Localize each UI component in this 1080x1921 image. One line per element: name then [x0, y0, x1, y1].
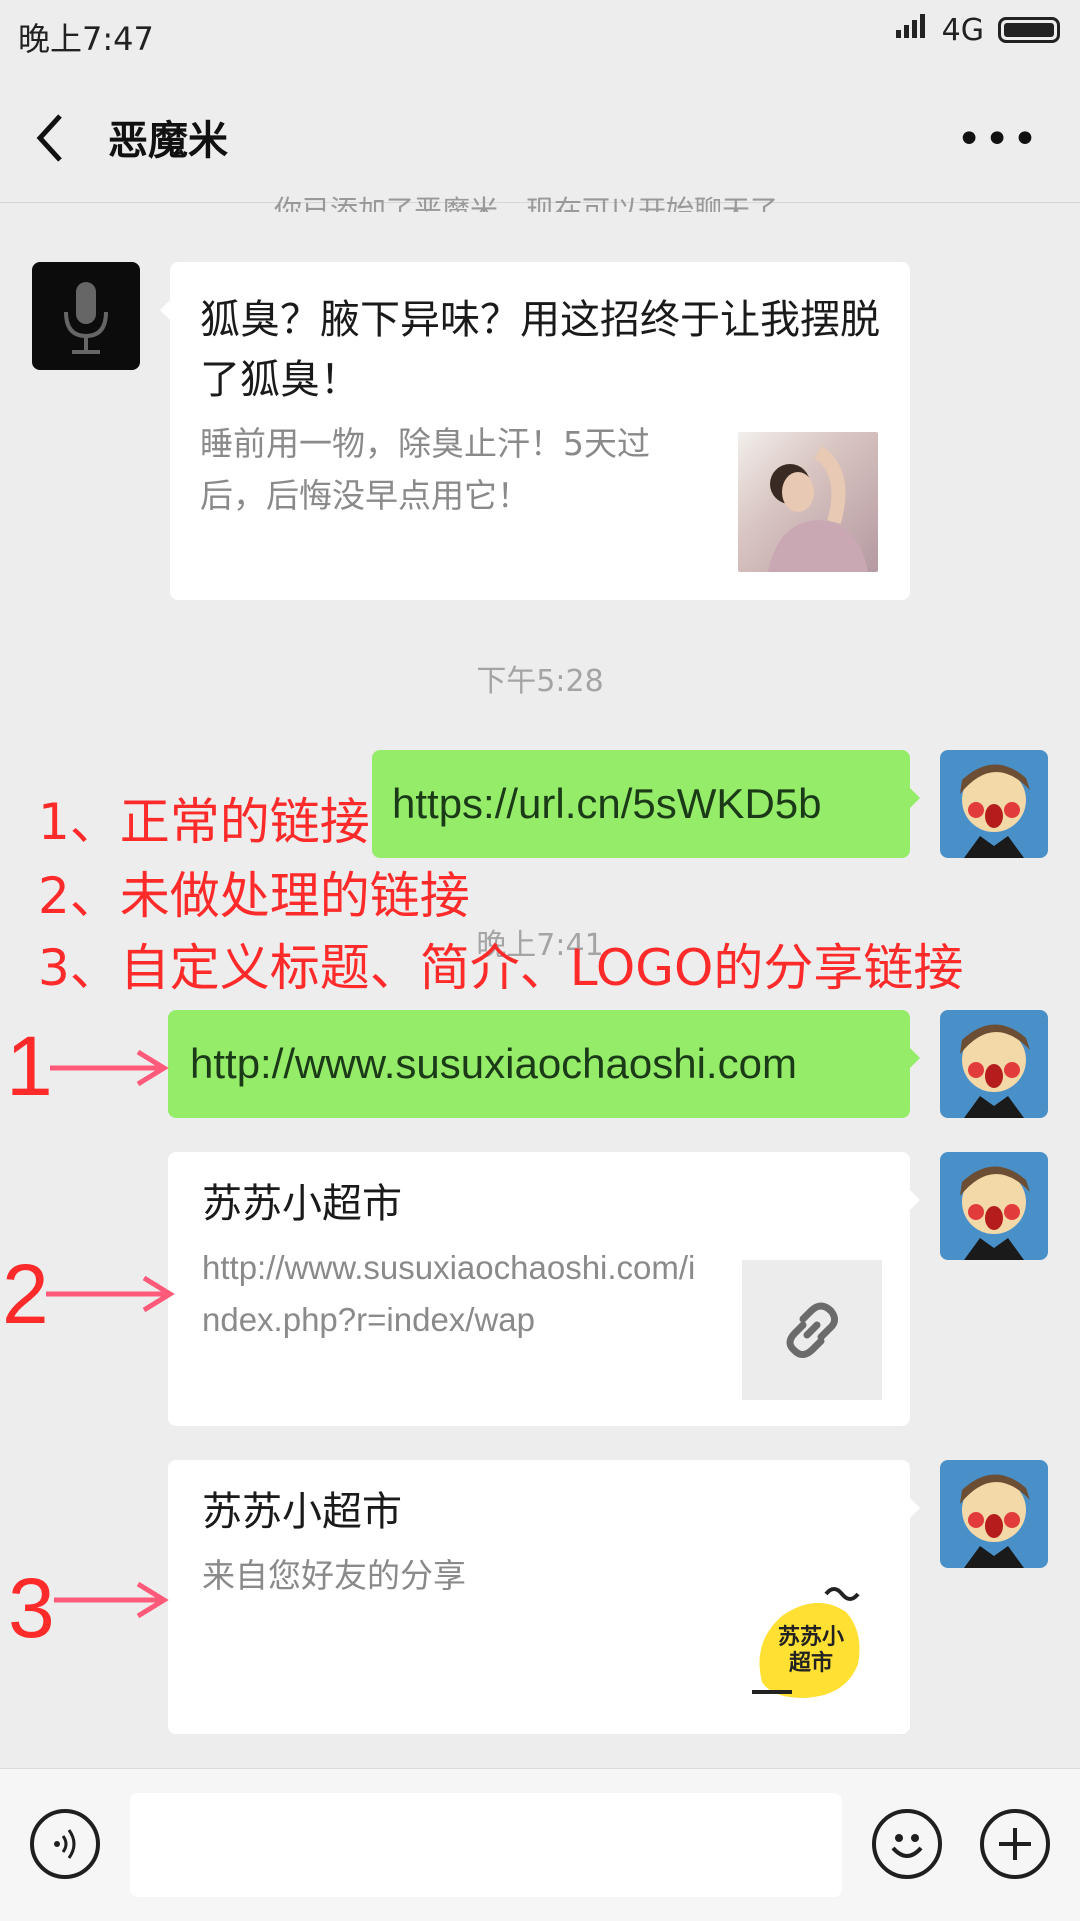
- friend-avatar[interactable]: [32, 262, 140, 370]
- article-desc: 睡前用一物，除臭止汗！5天过后，后悔没早点用它！: [200, 424, 650, 515]
- annotation-number-1: 1: [6, 1019, 53, 1113]
- shop-logo: 苏苏小超市: [742, 1572, 882, 1712]
- voice-button[interactable]: [30, 1809, 100, 1879]
- avatar-icon: [940, 1460, 1048, 1568]
- card-desc: http://www.susuxiaochaoshi.com/index.php…: [202, 1249, 696, 1338]
- link-thumbnail: [742, 1260, 882, 1400]
- arrow-icon: [50, 1049, 169, 1087]
- card-title: 苏苏小超市: [202, 1489, 402, 1535]
- network-label: 4G: [941, 12, 984, 48]
- arrow-icon: [46, 1275, 175, 1313]
- voice-icon: [54, 1829, 76, 1859]
- my-avatar[interactable]: [940, 1152, 1048, 1260]
- emoji-icon: [891, 1834, 923, 1858]
- link-text[interactable]: http://www.susuxiaochaoshi.com: [190, 1040, 797, 1088]
- chat-title: 恶魔米: [108, 118, 228, 164]
- status-time: 晚上7:47: [18, 20, 154, 58]
- chat-header: 恶魔米 •••: [0, 70, 1080, 203]
- link-bubble-raw[interactable]: http://www.susuxiaochaoshi.com: [168, 1010, 920, 1118]
- card-title: 苏苏小超市: [202, 1181, 402, 1227]
- my-avatar[interactable]: [940, 1460, 1048, 1568]
- link-card-custom[interactable]: 苏苏小超市 来自您好友的分享 苏苏小超市: [168, 1460, 920, 1734]
- shop-logo-text: 苏苏小超市: [778, 1624, 845, 1676]
- timestamp: 下午5:28: [476, 664, 604, 699]
- annotation-number-3: 3: [8, 1561, 55, 1655]
- status-icons: 4G: [894, 12, 1060, 48]
- link-icon: [786, 1302, 838, 1358]
- my-avatar[interactable]: [940, 1010, 1048, 1118]
- article-card[interactable]: 狐臭？腋下异味？用这招终于让我摆脱了狐臭！ 睡前用一物，除臭止汗！5天过后，后悔…: [160, 262, 910, 600]
- link-card-unprocessed[interactable]: 苏苏小超市 http://www.susuxiaochaoshi.com/ind…: [168, 1152, 920, 1426]
- annotation-line-2: 2、未做处理的链接: [38, 867, 470, 925]
- link-text[interactable]: https://url.cn/5sWKD5b: [392, 780, 822, 828]
- system-notice: 你已添加了恶魔米，现在可以开始聊天了。: [273, 194, 806, 212]
- link-bubble-normal[interactable]: https://url.cn/5sWKD5b: [372, 750, 920, 858]
- mic-icon: [64, 282, 108, 354]
- plus-button[interactable]: [980, 1809, 1050, 1879]
- more-icon: •••: [956, 114, 1040, 165]
- avatar-icon: [940, 1152, 1048, 1260]
- annotation-number-2: 2: [2, 1247, 49, 1341]
- arrow-icon: [54, 1581, 169, 1619]
- my-avatar[interactable]: [940, 750, 1048, 858]
- emoji-button[interactable]: [872, 1809, 942, 1879]
- input-bar: [0, 1768, 1080, 1921]
- article-thumbnail: [738, 432, 878, 572]
- article-title: 狐臭？腋下异味？用这招终于让我摆脱了狐臭！: [200, 297, 880, 403]
- battery-icon: [998, 17, 1060, 43]
- avatar-icon: [940, 1010, 1048, 1118]
- back-button[interactable]: [30, 110, 80, 166]
- signal-icon: [894, 12, 928, 48]
- avatar-icon: [940, 750, 1048, 858]
- plus-icon: [999, 1828, 1031, 1860]
- message-input[interactable]: [130, 1793, 842, 1897]
- back-icon: [36, 114, 62, 162]
- status-bar: 晚上7:47 4G: [0, 0, 1080, 70]
- annotation-line-3: 3、自定义标题、简介、LOGO的分享链接: [38, 939, 964, 997]
- annotation-line-1: 1、正常的链接: [38, 793, 370, 851]
- more-button[interactable]: •••: [956, 114, 1040, 165]
